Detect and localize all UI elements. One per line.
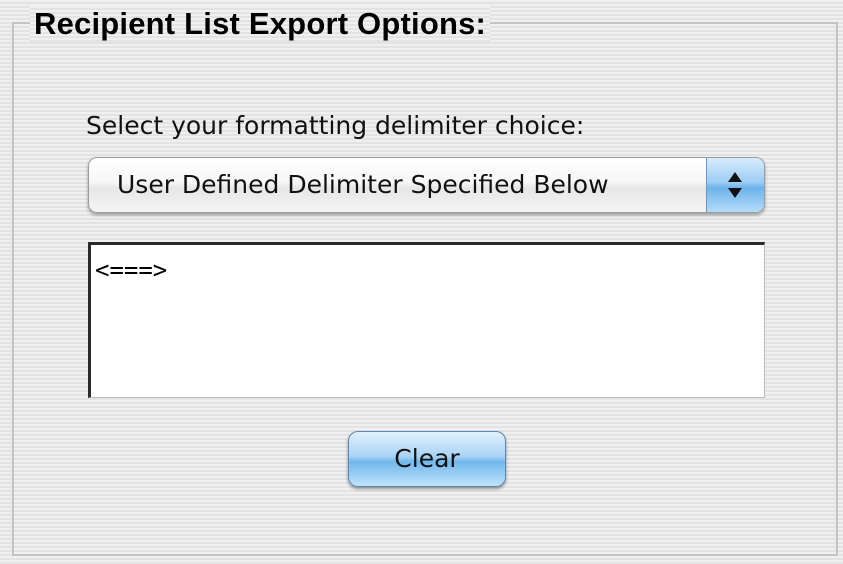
- clear-button-label: Clear: [394, 444, 460, 473]
- select-stepper[interactable]: [706, 158, 764, 212]
- delimiter-prompt-label: Select your formatting delimiter choice:: [86, 111, 585, 140]
- custom-delimiter-value: <===>: [95, 256, 168, 284]
- updown-arrows-icon: [728, 172, 742, 198]
- custom-delimiter-textarea[interactable]: <===>: [88, 242, 765, 398]
- delimiter-select[interactable]: User Defined Delimiter Specified Below: [88, 157, 765, 213]
- delimiter-select-value: User Defined Delimiter Specified Below: [117, 170, 609, 199]
- group-title: Recipient List Export Options:: [30, 6, 491, 42]
- clear-button[interactable]: Clear: [348, 431, 506, 487]
